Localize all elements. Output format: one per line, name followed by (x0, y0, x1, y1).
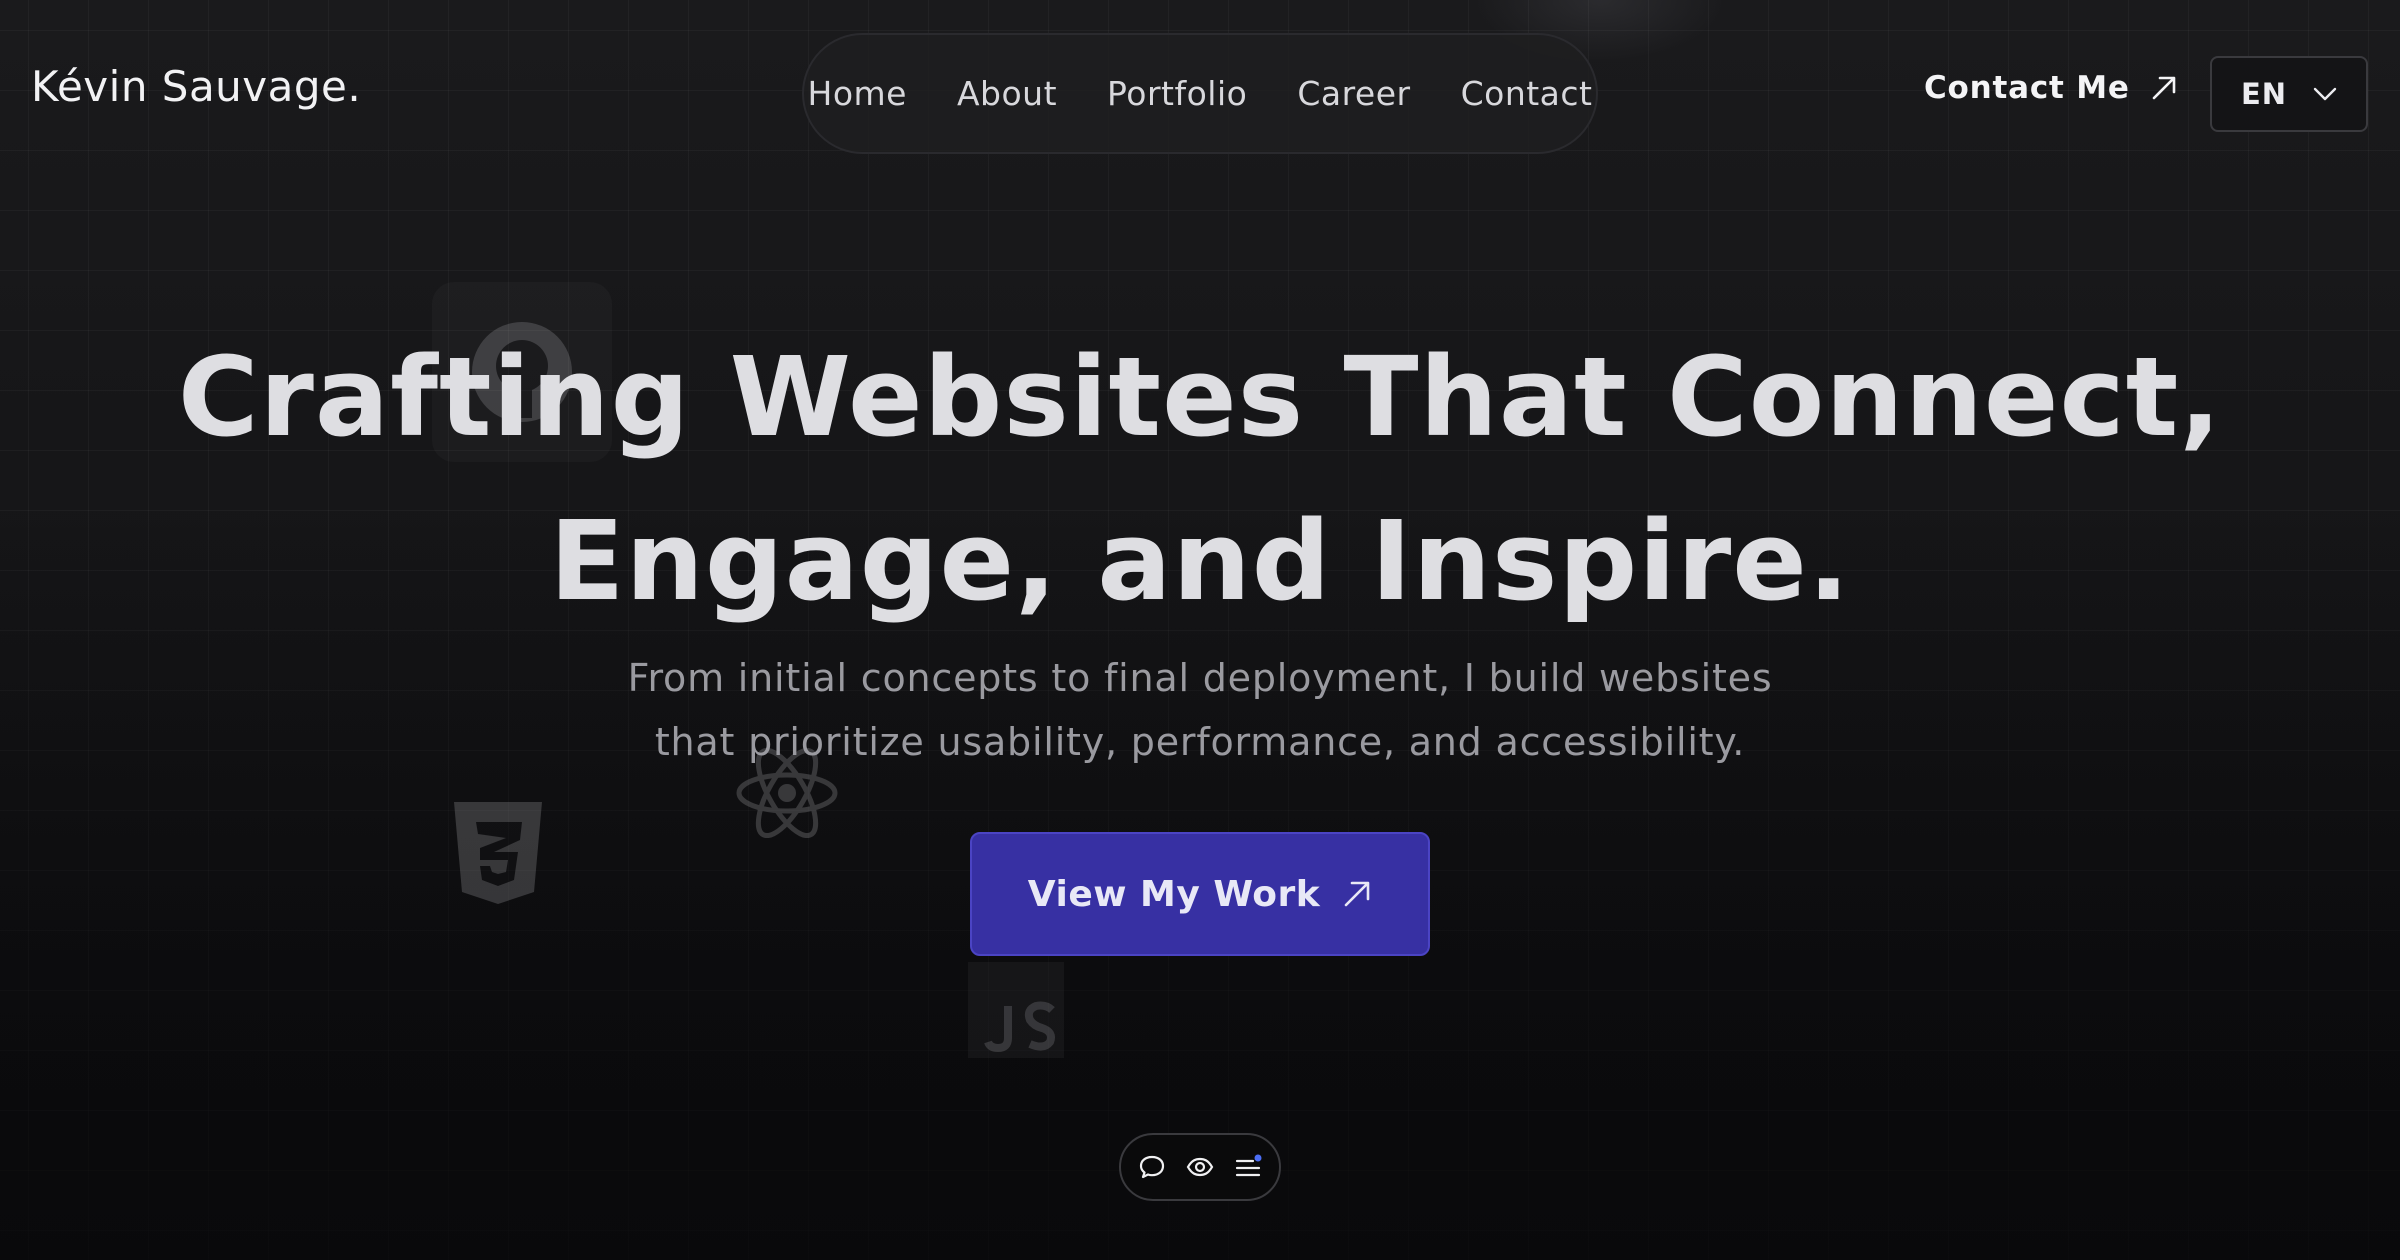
hero-subtitle-line-2: that prioritize usability, performance, … (654, 720, 1746, 764)
site-logo[interactable]: Kévin Sauvage. (31, 62, 361, 111)
floating-toolbar (1119, 1133, 1281, 1201)
javascript-icon (968, 962, 1064, 1058)
hero-title-line-2: Engage, and Inspire. (549, 497, 1851, 625)
language-select[interactable]: EN (2210, 56, 2368, 132)
view-my-work-label: View My Work (1027, 873, 1321, 915)
view-my-work-button[interactable]: View My Work (970, 832, 1430, 956)
arrow-up-right-icon (2150, 74, 2178, 102)
chat-icon[interactable] (1137, 1152, 1167, 1182)
menu-icon[interactable] (1233, 1152, 1263, 1182)
css3-icon (450, 800, 546, 908)
main-nav: Home About Portfolio Career Contact (802, 33, 1598, 154)
chevron-down-icon (2313, 87, 2337, 101)
language-value: EN (2240, 77, 2288, 111)
contact-me-button[interactable]: Contact Me (1924, 70, 2178, 106)
hero-subtitle-line-1: From initial concepts to final deploymen… (627, 656, 1773, 700)
eye-icon[interactable] (1185, 1152, 1215, 1182)
arrow-up-right-icon (1342, 879, 1372, 909)
nav-home[interactable]: Home (808, 74, 907, 113)
page: Kévin Sauvage. Home About Portfolio Care… (0, 0, 2400, 1260)
nav-contact[interactable]: Contact (1461, 74, 1593, 113)
nav-portfolio[interactable]: Portfolio (1107, 74, 1247, 113)
hero-title-line-1: Crafting Websites That Connect, (177, 333, 2223, 461)
hero-title: Crafting Websites That Connect, Engage, … (0, 315, 2400, 643)
hero-subtitle: From initial concepts to final deploymen… (560, 646, 1840, 774)
nav-about[interactable]: About (957, 74, 1057, 113)
nav-career[interactable]: Career (1297, 74, 1410, 113)
contact-me-label: Contact Me (1924, 70, 2130, 106)
